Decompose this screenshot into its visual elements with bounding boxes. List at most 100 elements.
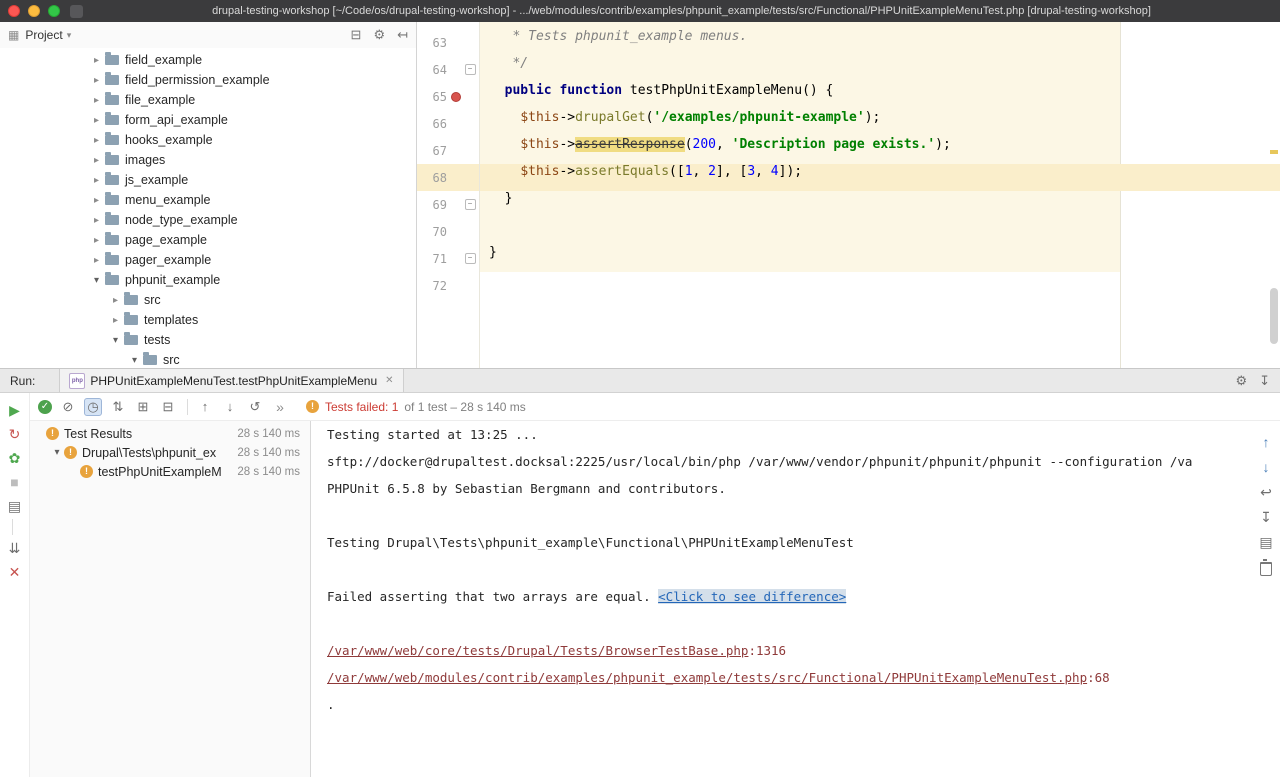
gutter-row: 63	[417, 29, 479, 56]
folder-icon	[105, 215, 119, 225]
fold-marker-icon[interactable]: −	[465, 64, 476, 75]
project-tree-item[interactable]: ▾src	[0, 350, 416, 368]
rerun-icon[interactable]: ▶	[9, 399, 20, 421]
gutter-row: 70	[417, 218, 479, 245]
project-tree-item[interactable]: ▾tests	[0, 330, 416, 350]
code-line[interactable]: }	[489, 245, 1280, 272]
next-failed-test-icon[interactable]: ↓	[221, 398, 239, 416]
fold-marker-icon[interactable]: −	[465, 253, 476, 264]
clear-all-icon[interactable]	[1260, 556, 1272, 578]
chevron-right-icon[interactable]: ▸	[90, 195, 103, 206]
chevron-right-icon[interactable]: ▸	[90, 55, 103, 66]
toolbar-overflow-icon[interactable]: »	[271, 398, 289, 416]
chevron-right-icon[interactable]: ▸	[90, 75, 103, 86]
chevron-right-icon[interactable]: ▸	[90, 175, 103, 186]
chevron-right-icon[interactable]: ▸	[109, 295, 122, 306]
project-tree-item[interactable]: ▸field_permission_example	[0, 70, 416, 90]
sort-alphabetically-icon[interactable]: ⇅	[109, 398, 127, 416]
chevron-right-icon[interactable]: ▸	[90, 95, 103, 106]
open-console-icon[interactable]: ▤	[8, 495, 21, 517]
code-line[interactable]	[489, 218, 1280, 245]
project-tree-item[interactable]: ▸menu_example	[0, 190, 416, 210]
chevron-down-icon[interactable]: ▾	[67, 30, 72, 41]
editor[interactable]: 6364−6566676869−7071−72 * Tests phpunit_…	[417, 22, 1280, 368]
rerun-failed-tests-icon[interactable]: ↻	[9, 423, 21, 445]
project-tree-item[interactable]: ▸ pager_example	[0, 250, 416, 270]
project-tree-item[interactable]: ▸js_example	[0, 170, 416, 190]
chevron-down-icon[interactable]: ▾	[109, 335, 122, 346]
scroll-to-stacktrace-icon[interactable]: ⇊	[9, 537, 21, 559]
project-tree-item[interactable]: ▸ hooks_example	[0, 130, 416, 150]
project-panel-title[interactable]: Project	[25, 28, 62, 42]
folder-name: file_example	[125, 93, 195, 107]
project-tree-item[interactable]: ▸ file_example	[0, 90, 416, 110]
editor-scrollbar[interactable]	[1270, 288, 1278, 344]
code-line[interactable]: public function testPhpUnitExampleMenu()…	[489, 83, 1280, 110]
test-tree-item[interactable]: ▾!Drupal\Tests\phpunit_ex28 s 140 ms	[30, 443, 310, 462]
code-line[interactable]: $this->assertEquals([1, 2], [3, 4]);	[489, 164, 1280, 191]
print-console-icon[interactable]: ▤	[1259, 531, 1272, 553]
scroll-to-end-icon[interactable]: ↧	[1260, 506, 1272, 528]
toggle-auto-test-icon[interactable]: ✿	[9, 447, 21, 469]
chevron-right-icon[interactable]: ▸	[90, 215, 103, 226]
code-line[interactable]: */	[489, 56, 1280, 83]
import-test-results-icon[interactable]: ↺	[246, 398, 264, 416]
chevron-down-icon[interactable]: ▾	[128, 355, 141, 366]
use-soft-wraps-icon[interactable]: ↩	[1260, 481, 1272, 503]
project-tree-item[interactable]: ▸node_type_example	[0, 210, 416, 230]
minimize-button[interactable]	[28, 5, 40, 17]
chevron-right-icon[interactable]: ▸	[90, 235, 103, 246]
show-passed-icon[interactable]: ✓	[38, 400, 52, 414]
chevron-right-icon[interactable]: ▸	[109, 315, 122, 326]
code-line[interactable]	[489, 272, 1280, 299]
down-the-stacktrace-icon[interactable]: ↓	[1263, 456, 1270, 478]
test-tree-item[interactable]: !testPhpUnitExampleM28 s 140 ms	[30, 462, 310, 481]
code-line[interactable]: }	[489, 191, 1280, 218]
close-icon[interactable]: ✕	[9, 561, 21, 583]
fold-marker-icon[interactable]: −	[465, 199, 476, 210]
collapse-all-icon[interactable]: ⊟	[351, 27, 362, 43]
run-tab[interactable]: php PHPUnitExampleMenuTest.testPhpUnitEx…	[59, 369, 403, 392]
folder-name: hooks_example	[125, 133, 213, 147]
chevron-right-icon[interactable]: ▸	[90, 115, 103, 126]
project-tree-item[interactable]: ▸images	[0, 150, 416, 170]
see-difference-link[interactable]: <Click to see difference>	[658, 589, 846, 604]
project-tree-item[interactable]: ▸page_example	[0, 230, 416, 250]
settings-gear-icon[interactable]: ⚙	[1235, 373, 1247, 389]
file-link[interactable]: /var/www/web/core/tests/Drupal/Tests/Bro…	[327, 643, 748, 658]
previous-failed-test-icon[interactable]: ↑	[196, 398, 214, 416]
folder-name: src	[144, 293, 161, 307]
project-tree-item[interactable]: ▾phpunit_example	[0, 270, 416, 290]
code-line[interactable]: $this->assertResponse(200, 'Description …	[489, 137, 1280, 164]
expand-all-icon[interactable]: ⊞	[134, 398, 152, 416]
project-tree-item[interactable]: ▸form_api_example	[0, 110, 416, 130]
settings-gear-icon[interactable]: ⚙	[373, 27, 385, 43]
hide-panel-icon[interactable]: ↧	[1259, 373, 1270, 389]
chevron-down-icon[interactable]: ▾	[90, 275, 103, 286]
chevron-down-icon[interactable]: ▾	[50, 447, 64, 458]
project-tree-item[interactable]: ▸field_example	[0, 50, 416, 70]
console-output[interactable]: Testing started at 13:25 ...sftp://docke…	[312, 421, 1252, 777]
zoom-button[interactable]	[48, 5, 60, 17]
sort-by-duration-icon[interactable]: ◷	[84, 398, 102, 416]
code-pane[interactable]: * Tests phpunit_example menus. */ public…	[480, 22, 1280, 368]
close-button[interactable]	[8, 5, 20, 17]
stop-icon[interactable]: ■	[10, 471, 18, 493]
warning-stripe-mark[interactable]	[1270, 150, 1278, 154]
up-the-stacktrace-icon[interactable]: ↑	[1263, 431, 1270, 453]
show-ignored-icon[interactable]: ⊘	[59, 398, 77, 416]
chevron-right-icon[interactable]: ▸	[90, 135, 103, 146]
chevron-right-icon[interactable]: ▸	[90, 155, 103, 166]
file-link[interactable]: /var/www/web/modules/contrib/examples/ph…	[327, 670, 1087, 685]
project-tree-item[interactable]: ▸ src	[0, 290, 416, 310]
hide-panel-icon[interactable]: ↤	[397, 27, 408, 43]
project-tree-item[interactable]: ▸templates	[0, 310, 416, 330]
test-failed-gutter-icon[interactable]	[451, 92, 461, 102]
chevron-right-icon[interactable]: ▸	[90, 255, 103, 266]
collapse-all-icon[interactable]: ⊟	[159, 398, 177, 416]
code-line[interactable]: $this->drupalGet('/examples/phpunit-exam…	[489, 110, 1280, 137]
code-line[interactable]: * Tests phpunit_example menus.	[489, 29, 1280, 56]
folder-name: pager_example	[125, 253, 211, 267]
test-tree-item[interactable]: !Test Results28 s 140 ms	[30, 424, 310, 443]
close-tab-icon[interactable]: ✕	[385, 375, 393, 386]
